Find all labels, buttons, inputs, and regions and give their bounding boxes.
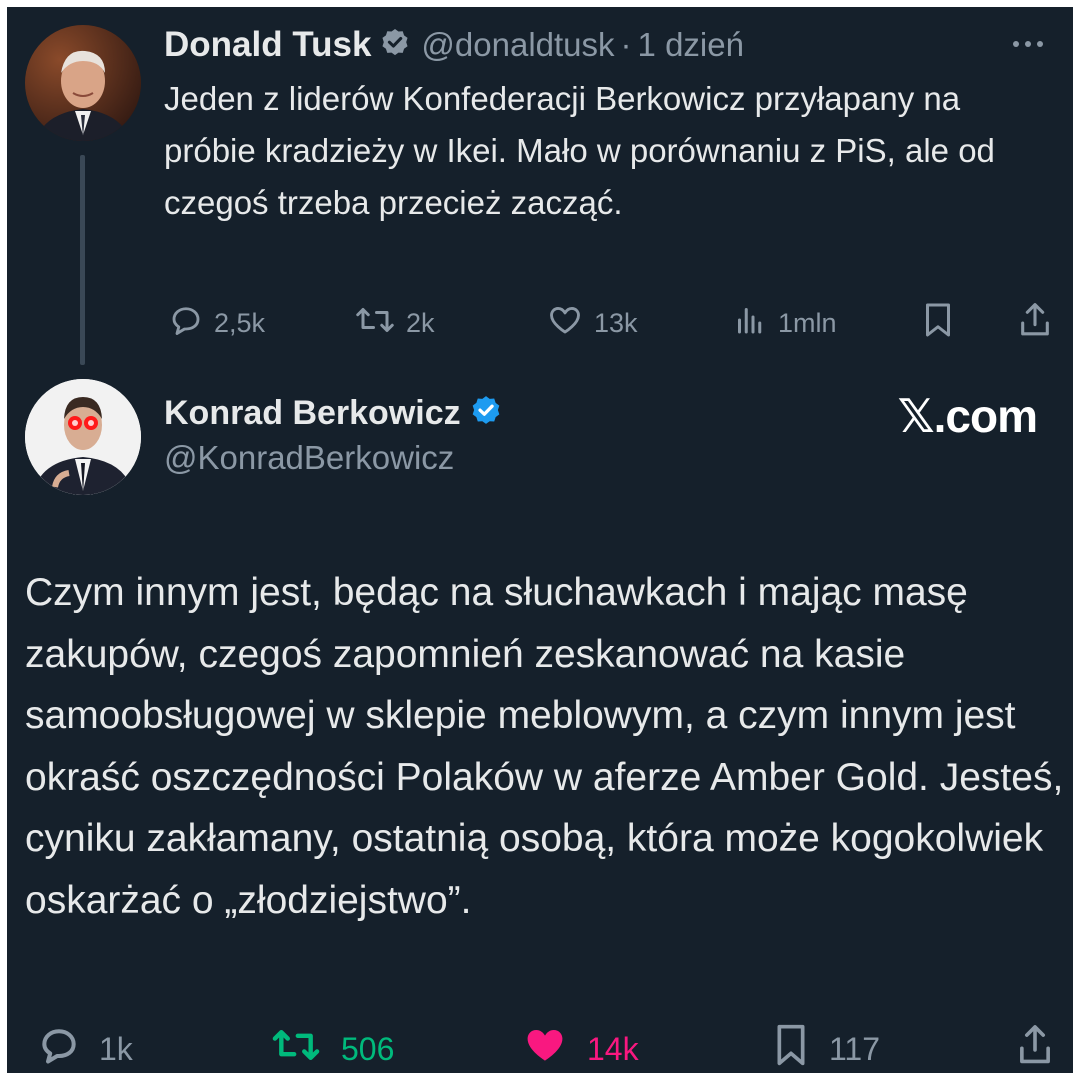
views-button[interactable]: 1mln (732, 297, 837, 349)
share-icon (1016, 300, 1054, 347)
heart-icon (521, 1023, 569, 1073)
author-name[interactable]: Konrad Berkowicz (164, 394, 461, 433)
tweet-timestamp[interactable]: 1 dzień (638, 26, 744, 64)
verified-badge-icon (379, 27, 411, 64)
like-button[interactable]: 14k (521, 1024, 639, 1073)
avatar-konrad-berkowicz[interactable] (25, 379, 141, 495)
verified-badge-icon (469, 394, 503, 433)
main-tweet-header: Konrad Berkowicz (164, 387, 503, 439)
thread-connector-line (80, 155, 85, 365)
author-name[interactable]: Donald Tusk (164, 25, 371, 65)
author-handle[interactable]: @donaldtusk (421, 26, 614, 64)
parent-tweet-header: Donald Tusk @donaldtusk · 1 dzień (164, 19, 744, 71)
heart-icon (546, 302, 584, 345)
reply-button[interactable]: 2,5k (168, 297, 265, 349)
retweet-count: 506 (341, 1030, 395, 1067)
views-chart-icon (732, 302, 768, 345)
share-button[interactable] (1015, 1024, 1055, 1073)
like-count: 13k (594, 307, 638, 338)
retweet-icon (354, 302, 396, 345)
bookmark-button[interactable]: 117 (771, 1024, 880, 1073)
parent-tweet-text: Jeden z liderów Konfederacji Berkowicz p… (164, 80, 995, 221)
views-count: 1mln (778, 307, 837, 338)
share-button[interactable] (1016, 297, 1054, 349)
reply-count: 2,5k (214, 307, 266, 338)
bookmark-icon (771, 1021, 811, 1073)
bookmark-button[interactable] (920, 297, 956, 349)
tweet-screenshot: Donald Tusk @donaldtusk · 1 dzień Jeden … (7, 7, 1073, 1073)
retweet-count: 2k (406, 307, 435, 338)
bookmark-count: 117 (829, 1030, 881, 1067)
reply-button[interactable]: 1k (37, 1024, 133, 1073)
like-count: 14k (587, 1030, 639, 1067)
reply-icon (168, 302, 204, 345)
main-tweet-actions: 1k 506 14k 117 (25, 1024, 1065, 1073)
bookmark-icon (920, 300, 956, 347)
author-handle[interactable]: @KonradBerkowicz (164, 439, 454, 477)
x-com-watermark: 𝕏.com (897, 390, 1038, 442)
retweet-button[interactable]: 2k (354, 297, 435, 349)
main-tweet-text: Czym innym jest, będąc na słuchawkach i … (25, 571, 1064, 922)
retweet-icon (269, 1023, 323, 1073)
parent-tweet-actions: 2,5k 2k 13k 1mln (164, 297, 1054, 349)
retweet-button[interactable]: 506 (269, 1024, 394, 1073)
reply-count: 1k (99, 1030, 133, 1067)
separator-dot: · (620, 26, 632, 63)
like-button[interactable]: 13k (546, 297, 638, 349)
reply-icon (37, 1023, 81, 1073)
share-icon (1015, 1022, 1055, 1073)
more-options-icon[interactable] (1013, 29, 1053, 59)
avatar-donald-tusk[interactable] (25, 25, 141, 141)
